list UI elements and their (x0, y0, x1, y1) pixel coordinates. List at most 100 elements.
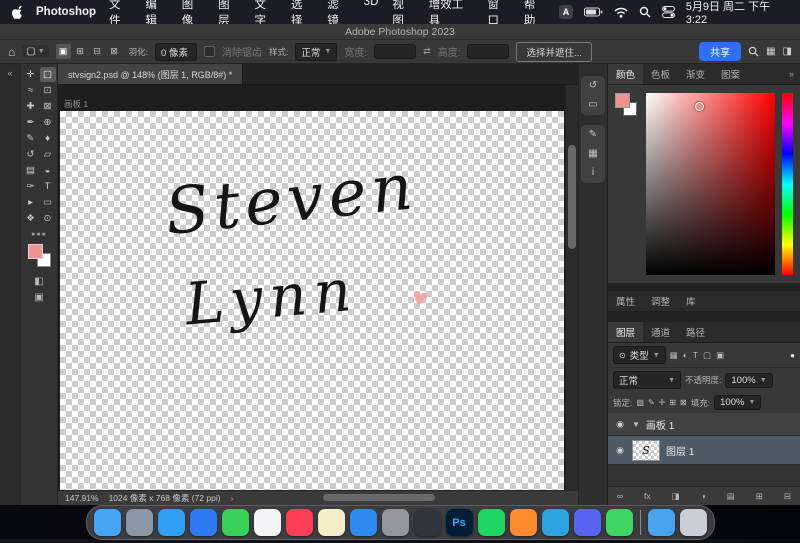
brushes-panel-icon[interactable]: ✎ (589, 130, 597, 140)
layer-effects-icon[interactable]: fx (644, 491, 651, 501)
tool-preset-picker[interactable]: ▢▼ (22, 45, 48, 58)
tab-paths[interactable]: 路径 (678, 322, 713, 342)
horizontal-scrollbar-thumb[interactable] (323, 494, 435, 501)
wifi-icon[interactable] (614, 7, 628, 18)
canvas-viewport[interactable]: 画板 1 Steven Lynn ♥ (58, 85, 578, 490)
zoom-level[interactable]: 147.91% (65, 493, 99, 503)
add-selection-icon[interactable]: ⊞ (73, 44, 88, 59)
tab-color[interactable]: 颜色 (608, 64, 643, 84)
apple-menu-icon[interactable] (12, 5, 23, 19)
workspace-icon[interactable]: ▦ (766, 46, 775, 57)
gradient-tool[interactable]: ▤ (23, 163, 39, 178)
crop-tool[interactable]: ✚ (23, 99, 39, 114)
hue-slider[interactable] (782, 93, 793, 275)
layer-row[interactable]: ◉ 图层 1 (608, 436, 800, 465)
dock-discord-icon[interactable] (574, 509, 601, 536)
dock-mail-icon[interactable] (190, 509, 217, 536)
pen-tool[interactable]: ✑ (23, 179, 39, 194)
move-tool[interactable]: ✛ (23, 67, 39, 82)
dock-messages-icon[interactable] (222, 509, 249, 536)
lasso-tool[interactable]: ≈ (23, 83, 39, 98)
screen-mode-icon[interactable]: ▣ (34, 289, 43, 305)
blend-mode-select[interactable]: 正常▼ (613, 371, 681, 389)
rectangle-tool[interactable]: ▭ (40, 195, 56, 210)
adjustment-layer-icon[interactable]: ◑ (701, 491, 706, 501)
color-panel-foreground[interactable] (615, 93, 630, 108)
patterns-panel-icon[interactable]: ▦ (588, 149, 597, 159)
zoom-tool[interactable]: ⊙ (40, 211, 56, 226)
input-source-icon[interactable]: A (559, 5, 573, 19)
antialias-checkbox[interactable] (204, 46, 215, 57)
lock-transparent-pixels-icon[interactable]: ▨ (636, 398, 644, 407)
filter-toggle-icon[interactable]: ● (790, 351, 795, 360)
layer-mask-icon[interactable]: ◨ (672, 491, 680, 502)
lock-all-icon[interactable]: ⊠ (680, 398, 687, 407)
filter-pixel-layers-icon[interactable]: ▦ (670, 350, 678, 361)
dock-notes-icon[interactable] (318, 509, 345, 536)
artboard-layer-row[interactable]: ◉ ▼ 画板 1 (608, 413, 800, 436)
foreground-swatch[interactable] (28, 244, 43, 259)
subtract-selection-icon[interactable]: ⊟ (90, 44, 105, 59)
hand-tool[interactable]: ❖ (23, 211, 39, 226)
artboard-label[interactable]: 画板 1 (64, 98, 88, 110)
control-center-icon[interactable] (662, 6, 675, 18)
healing-brush-tool[interactable]: ⊕ (40, 115, 56, 130)
tab-adjustments[interactable]: 调整 (643, 291, 678, 311)
dock-maps-icon[interactable] (606, 509, 633, 536)
history-brush-tool[interactable]: ↺ (23, 147, 39, 162)
rectangular-marquee-tool[interactable]: ▢ (40, 67, 56, 82)
document-tab[interactable]: stvsign2.psd @ 148% (图层 1, RGB/8#) * (58, 64, 243, 84)
filter-adjustment-layers-icon[interactable]: ◐ (683, 350, 688, 361)
dock-firefox-icon[interactable] (510, 509, 537, 536)
dock-photos-icon[interactable] (254, 509, 281, 536)
style-select[interactable]: 正常▼ (295, 43, 337, 61)
dock-spotify-icon[interactable] (478, 509, 505, 536)
dock-telegram-icon[interactable] (542, 509, 569, 536)
app-menu[interactable]: Photoshop (36, 6, 96, 18)
dock-launchpad-icon[interactable] (126, 509, 153, 536)
vertical-scrollbar[interactable] (565, 85, 578, 490)
select-and-mask-button[interactable]: 选择并遮住... (516, 42, 591, 62)
frame-tool[interactable]: ⊠ (40, 99, 56, 114)
path-selection-tool[interactable]: ▸ (23, 195, 39, 210)
collapse-toolbar-icon[interactable]: « (7, 68, 12, 78)
tab-properties[interactable]: 属性 (608, 291, 643, 311)
quick-mask-icon[interactable]: ◧ (34, 273, 43, 289)
clone-stamp-tool[interactable]: ♦ (40, 131, 56, 146)
new-layer-icon[interactable]: ⊞ (756, 491, 763, 502)
opacity-select[interactable]: 100%▼ (725, 373, 772, 388)
visibility-eye-icon[interactable]: ◉ (614, 419, 626, 430)
dock-downloads-icon[interactable] (648, 509, 675, 536)
object-selection-tool[interactable]: ⊡ (40, 83, 56, 98)
battery-icon[interactable] (584, 7, 603, 17)
fill-select[interactable]: 100%▼ (714, 395, 761, 410)
eyedropper-tool[interactable]: ✒ (23, 115, 39, 130)
status-options-icon[interactable]: › (231, 493, 234, 503)
tab-patterns[interactable]: 图案 (713, 64, 748, 84)
dock-finder-icon[interactable] (94, 509, 121, 536)
color-picker-indicator[interactable] (695, 102, 704, 111)
saturation-brightness-field[interactable] (646, 93, 775, 275)
dock-settings-icon[interactable] (382, 509, 409, 536)
filter-type-select[interactable]: ⊙类型▼ (613, 346, 666, 364)
menubar-clock[interactable]: 5月9日 周二 下午3:22 (686, 0, 788, 26)
color-panel-swatches[interactable] (615, 93, 639, 275)
lock-image-pixels-icon[interactable]: ✎ (648, 398, 655, 407)
lock-position-icon[interactable]: ✛ (659, 398, 666, 407)
info-panel-icon[interactable]: i (592, 168, 594, 178)
dock-terminal-icon[interactable] (414, 509, 441, 536)
filter-shape-layers-icon[interactable]: ▢ (703, 350, 711, 361)
layer-group-icon[interactable]: ▤ (727, 491, 735, 502)
vertical-scrollbar-thumb[interactable] (568, 145, 576, 249)
feather-input[interactable]: 0 像素 (155, 43, 197, 61)
eraser-tool[interactable]: ▱ (40, 147, 56, 162)
dock-safari-icon[interactable] (158, 509, 185, 536)
search-icon[interactable] (748, 46, 759, 57)
type-tool[interactable]: T (40, 179, 56, 194)
visibility-eye-icon[interactable]: ◉ (614, 445, 626, 456)
dock-trash-icon[interactable] (680, 509, 707, 536)
tab-layers[interactable]: 图层 (608, 322, 643, 342)
filter-smart-objects-icon[interactable]: ▣ (716, 350, 724, 361)
width-input[interactable] (374, 44, 416, 59)
dock-appstore-icon[interactable] (350, 509, 377, 536)
